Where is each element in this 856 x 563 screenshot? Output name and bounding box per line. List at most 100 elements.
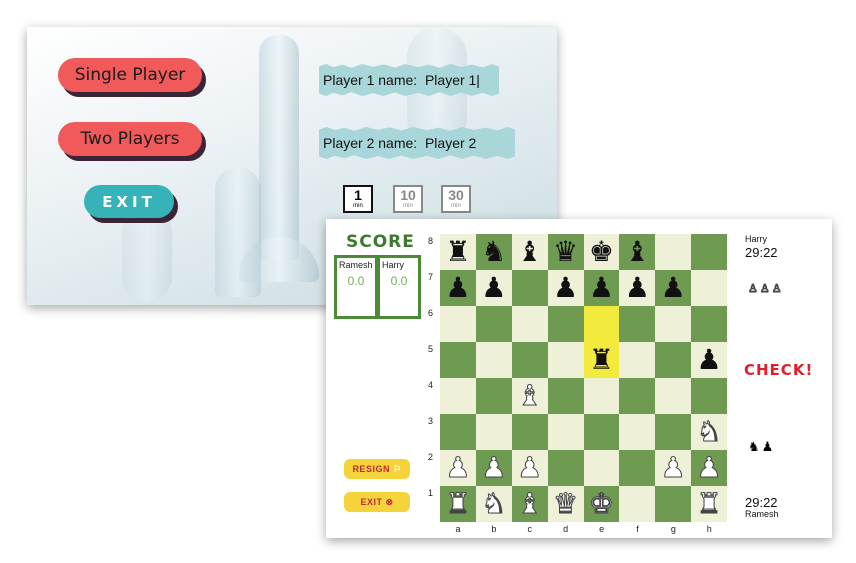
exit-game-button[interactable]: EXIT ⊗ <box>344 492 410 512</box>
white-king-icon[interactable]: ♚ <box>588 489 614 518</box>
square-b5[interactable] <box>475 342 512 378</box>
square-h1[interactable]: ♜ <box>691 486 727 522</box>
square-d2[interactable] <box>547 450 584 486</box>
square-a5[interactable] <box>440 342 476 378</box>
black-pawn-icon[interactable]: ♟ <box>481 274 506 302</box>
square-c5[interactable] <box>511 342 548 378</box>
player2-name-input[interactable]: Player 2 <box>425 135 476 151</box>
square-b6[interactable] <box>475 306 512 342</box>
black-pawn-icon[interactable]: ♟ <box>445 274 470 302</box>
black-king-icon[interactable]: ♚ <box>589 238 614 266</box>
square-g5[interactable] <box>655 342 692 378</box>
square-b7[interactable]: ♟ <box>475 270 512 306</box>
white-knight-icon[interactable]: ♞ <box>481 489 507 518</box>
exit-button[interactable]: EXIT <box>84 185 174 218</box>
square-g1[interactable] <box>655 486 692 522</box>
square-f2[interactable] <box>619 450 656 486</box>
black-pawn-icon[interactable]: ♟ <box>589 274 614 302</box>
black-bishop-icon[interactable]: ♝ <box>625 238 650 266</box>
square-c8[interactable]: ♝ <box>511 234 548 270</box>
square-h8[interactable] <box>691 234 727 270</box>
square-d6[interactable] <box>547 306 584 342</box>
square-c4[interactable]: ♝ <box>511 378 548 414</box>
square-f7[interactable]: ♟ <box>619 270 656 306</box>
square-a1[interactable]: ♜ <box>440 486 476 522</box>
square-f8[interactable]: ♝ <box>619 234 656 270</box>
square-h2[interactable]: ♟ <box>691 450 727 486</box>
black-rook-icon[interactable]: ♜ <box>589 346 614 374</box>
square-d5[interactable] <box>547 342 584 378</box>
square-g4[interactable] <box>655 378 692 414</box>
square-g7[interactable]: ♟ <box>655 270 692 306</box>
square-c6[interactable] <box>511 306 548 342</box>
square-b8[interactable]: ♞ <box>475 234 512 270</box>
time-option-30-min[interactable]: 30 min <box>441 185 471 213</box>
square-a6[interactable] <box>440 306 476 342</box>
square-e5[interactable]: ♜ <box>583 342 620 378</box>
square-e3[interactable] <box>583 414 620 450</box>
square-c1[interactable]: ♝ <box>511 486 548 522</box>
time-option-10-min[interactable]: 10 min <box>393 185 423 213</box>
black-pawn-icon[interactable]: ♟ <box>661 274 686 302</box>
white-pawn-icon[interactable]: ♟ <box>481 453 507 482</box>
white-knight-icon[interactable]: ♞ <box>696 417 722 446</box>
white-pawn-icon[interactable]: ♟ <box>445 453 471 482</box>
white-rook-icon[interactable]: ♜ <box>696 489 722 518</box>
square-f4[interactable] <box>619 378 656 414</box>
white-pawn-icon[interactable]: ♟ <box>517 453 543 482</box>
resign-button[interactable]: RESIGN ⚐ <box>344 459 410 479</box>
square-d1[interactable]: ♛ <box>547 486 584 522</box>
square-f1[interactable] <box>619 486 656 522</box>
black-pawn-icon[interactable]: ♟ <box>625 274 650 302</box>
single-player-button[interactable]: Single Player <box>58 58 202 92</box>
black-bishop-icon[interactable]: ♝ <box>517 238 542 266</box>
square-f5[interactable] <box>619 342 656 378</box>
square-f6[interactable] <box>619 306 656 342</box>
square-d7[interactable]: ♟ <box>547 270 584 306</box>
square-c2[interactable]: ♟ <box>511 450 548 486</box>
square-b1[interactable]: ♞ <box>475 486 512 522</box>
square-a3[interactable] <box>440 414 476 450</box>
square-e8[interactable]: ♚ <box>583 234 620 270</box>
square-h4[interactable] <box>691 378 727 414</box>
two-players-button[interactable]: Two Players <box>58 122 202 156</box>
square-g3[interactable] <box>655 414 692 450</box>
square-b3[interactable] <box>475 414 512 450</box>
white-pawn-icon[interactable]: ♟ <box>696 453 722 482</box>
black-queen-icon[interactable]: ♛ <box>553 238 578 266</box>
black-pawn-icon[interactable]: ♟ <box>553 274 578 302</box>
square-h5[interactable]: ♟ <box>691 342 727 378</box>
square-h3[interactable]: ♞ <box>691 414 727 450</box>
square-e4[interactable] <box>583 378 620 414</box>
square-d8[interactable]: ♛ <box>547 234 584 270</box>
square-e2[interactable] <box>583 450 620 486</box>
white-queen-icon[interactable]: ♛ <box>552 489 578 518</box>
square-c7[interactable] <box>511 270 548 306</box>
black-rook-icon[interactable]: ♜ <box>445 238 470 266</box>
square-g8[interactable] <box>655 234 692 270</box>
square-e7[interactable]: ♟ <box>583 270 620 306</box>
square-e1[interactable]: ♚ <box>583 486 620 522</box>
square-b2[interactable]: ♟ <box>475 450 512 486</box>
square-f3[interactable] <box>619 414 656 450</box>
white-pawn-icon[interactable]: ♟ <box>660 453 686 482</box>
white-bishop-icon[interactable]: ♝ <box>517 489 543 518</box>
black-knight-icon[interactable]: ♞ <box>481 238 506 266</box>
square-h7[interactable] <box>691 270 727 306</box>
square-g2[interactable]: ♟ <box>655 450 692 486</box>
black-pawn-icon[interactable]: ♟ <box>697 346 722 374</box>
square-h6[interactable] <box>691 306 727 342</box>
square-a4[interactable] <box>440 378 476 414</box>
square-e6[interactable] <box>583 306 620 342</box>
square-a7[interactable]: ♟ <box>440 270 476 306</box>
square-a2[interactable]: ♟ <box>440 450 476 486</box>
white-bishop-icon[interactable]: ♝ <box>517 381 543 410</box>
square-a8[interactable]: ♜ <box>440 234 476 270</box>
player1-name-input[interactable]: Player 1| <box>425 72 480 88</box>
white-rook-icon[interactable]: ♜ <box>445 489 471 518</box>
chess-board[interactable]: ♜ ♞ ♝ ♛ ♚ ♝ ♟ ♟ ♟ ♟ ♟ ♟ ♜ ♟ ♝ ♞ ♟ ♟ ♟ ♟ ♟ ♜ ♞ ♝ ♛ ♚ ♜ <box>440 234 727 522</box>
square-c3[interactable] <box>511 414 548 450</box>
square-d3[interactable] <box>547 414 584 450</box>
square-g6[interactable] <box>655 306 692 342</box>
square-d4[interactable] <box>547 378 584 414</box>
